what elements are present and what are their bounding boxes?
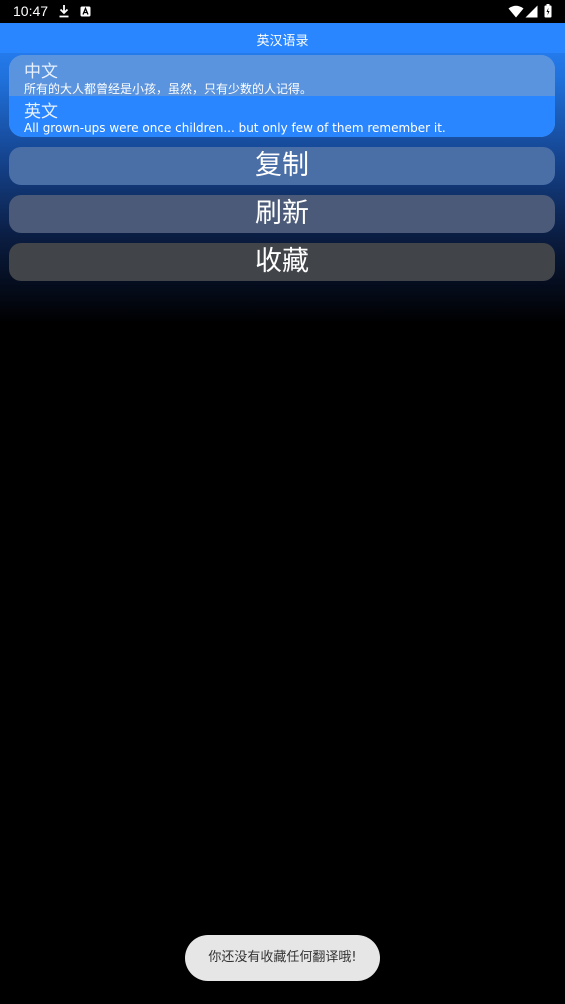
english-section: 英文 All grown-ups were once children... b… (9, 96, 555, 137)
page-title: 英汉语录 (256, 34, 309, 49)
quote-card: 中文 所有的大人都曾经是小孩，虽然，只有少数的人记得。 英文 All grown… (9, 55, 555, 137)
favorite-button[interactable]: 收藏 (9, 243, 555, 281)
battery-icon (543, 4, 552, 18)
signal-icon (524, 4, 538, 18)
chinese-section: 中文 所有的大人都曾经是小孩，虽然，只有少数的人记得。 (9, 55, 555, 96)
status-bar: 10:47 (0, 0, 565, 23)
chinese-text: 所有的大人都曾经是小孩，虽然，只有少数的人记得。 (24, 82, 313, 96)
copy-button[interactable]: 复制 (9, 147, 555, 185)
english-text: All grown-ups were once children... but … (24, 121, 446, 135)
toast-message: 你还没有收藏任何翻译哦! (185, 935, 380, 981)
download-icon (58, 4, 70, 18)
chinese-label: 中文 (24, 62, 58, 82)
title-bar: 英汉语录 (0, 23, 565, 53)
refresh-button[interactable]: 刷新 (9, 195, 555, 233)
notification-a-icon (79, 4, 91, 18)
status-time: 10:47 (13, 3, 49, 19)
wifi-icon (507, 4, 524, 18)
english-label: 英文 (24, 102, 58, 122)
